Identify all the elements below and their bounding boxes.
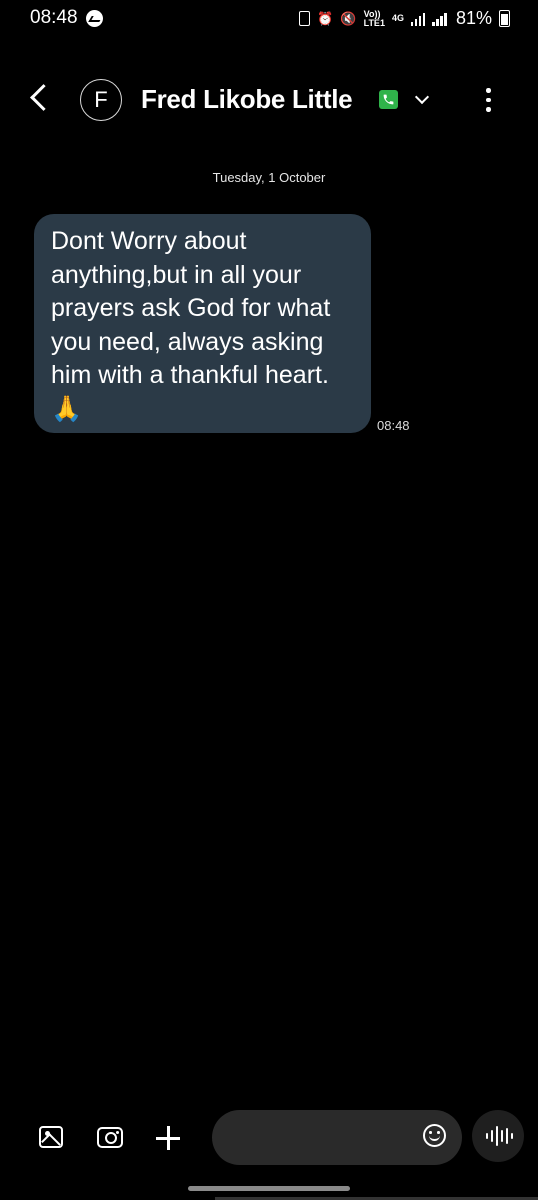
signal-icon bbox=[432, 12, 447, 26]
battery-icon bbox=[499, 10, 510, 27]
gesture-bar bbox=[188, 1186, 350, 1191]
avatar-initial: F bbox=[94, 87, 108, 112]
status-time: 08:48 bbox=[30, 7, 78, 28]
signal-icon bbox=[410, 12, 426, 26]
volte-indicator: Vo)) LTE1 bbox=[363, 9, 385, 28]
message-input-container[interactable] bbox=[212, 1110, 462, 1165]
network-type-label: 4G bbox=[391, 13, 404, 23]
battery-percent: 81% bbox=[455, 8, 492, 28]
message-text: Dont Worry about anything,but in all you… bbox=[51, 227, 331, 423]
phone-badge-icon bbox=[379, 90, 398, 109]
lte-label: LTE1 bbox=[363, 17, 385, 28]
contact-name[interactable]: Fred Likobe Little bbox=[141, 84, 353, 115]
composer-bar bbox=[0, 1108, 538, 1168]
battery-saver-icon bbox=[299, 11, 311, 26]
message-input[interactable] bbox=[232, 1124, 416, 1152]
conversation-header: F Fred Likobe Little bbox=[0, 70, 538, 130]
alarm-icon: ⏰ bbox=[317, 10, 334, 26]
avatar[interactable]: F bbox=[80, 79, 122, 121]
status-icons: ⏰ 🔇 Vo)) LTE1 4G 81% bbox=[299, 8, 510, 29]
voice-icon bbox=[486, 1125, 513, 1147]
plus-icon[interactable] bbox=[156, 1126, 180, 1150]
messenger-icon bbox=[86, 10, 103, 27]
chevron-down-icon[interactable] bbox=[414, 89, 430, 105]
more-icon[interactable] bbox=[486, 88, 492, 114]
emoji-icon[interactable] bbox=[423, 1124, 446, 1147]
gallery-icon[interactable] bbox=[39, 1126, 63, 1148]
back-icon[interactable] bbox=[30, 84, 57, 111]
message-bubble[interactable]: Dont Worry about anything,but in all you… bbox=[34, 214, 371, 433]
mute-icon: 🔇 bbox=[340, 10, 357, 26]
status-bar: 08:48 ⏰ 🔇 Vo)) LTE1 4G 81% bbox=[0, 0, 538, 38]
message-time: 08:48 bbox=[377, 418, 410, 433]
camera-icon[interactable] bbox=[97, 1127, 123, 1148]
date-separator: Tuesday, 1 October bbox=[212, 170, 326, 185]
voice-button[interactable] bbox=[472, 1110, 524, 1162]
